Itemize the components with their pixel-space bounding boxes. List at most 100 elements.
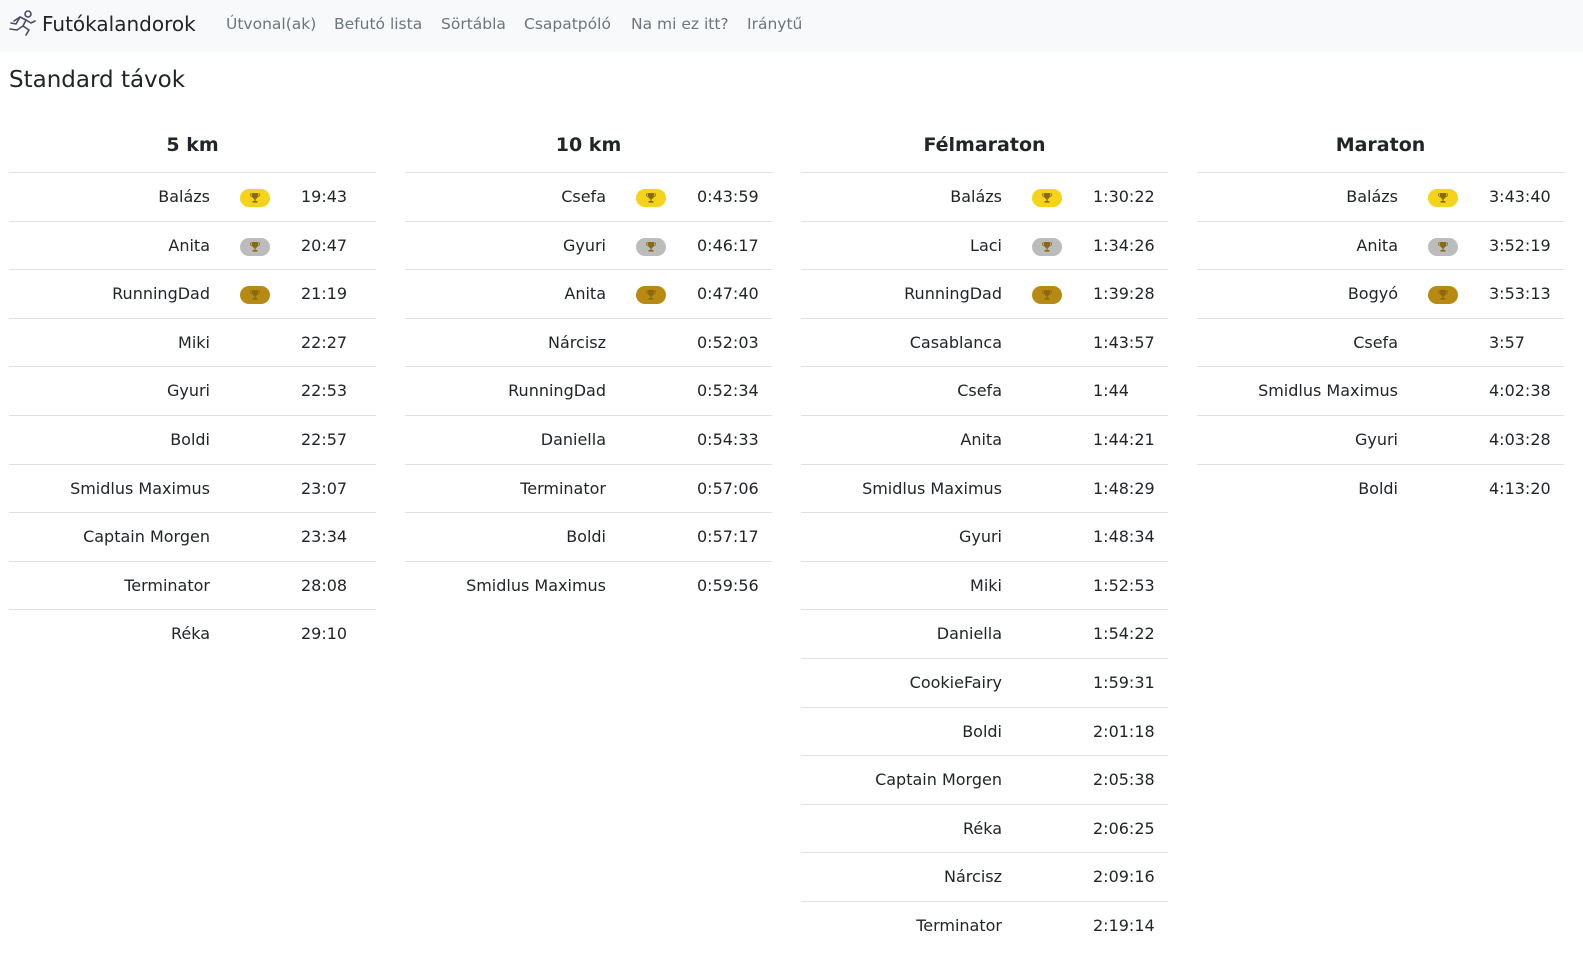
bronze-trophy-icon: [1032, 286, 1062, 305]
result-row: Captain Morgen 23:34: [9, 513, 376, 562]
runner-name: Terminator: [124, 575, 210, 595]
finish-time: 1:44: [1093, 381, 1129, 401]
nav-link-finishers[interactable]: Befutó lista: [334, 14, 422, 34]
finish-time: 1:39:28: [1093, 284, 1155, 304]
finish-time: 0:57:06: [697, 478, 759, 498]
runner-name: Balázs: [158, 187, 210, 206]
runner-name: Gyuri: [562, 235, 606, 255]
finish-time: 2:05:38: [1093, 770, 1155, 790]
result-row: Bogyó 3:53:13: [1197, 270, 1564, 319]
runner-name: Gyuri: [166, 381, 210, 401]
silver-trophy-icon: [240, 237, 270, 256]
finish-time: 0:52:03: [697, 332, 759, 352]
runner-name: Gyuri: [1354, 429, 1398, 449]
result-row: Boldi 4:13:20: [1197, 465, 1564, 514]
runner-name: RunningDad: [112, 284, 210, 304]
finish-time: 1:52:53: [1093, 575, 1155, 595]
result-row: Boldi 22:57: [9, 416, 376, 465]
runner-name: Anita: [168, 235, 210, 255]
finish-time: 3:52:19: [1489, 235, 1551, 255]
result-row: Balázs 1:30:22: [801, 173, 1168, 222]
finish-time: 1:48:34: [1093, 527, 1155, 547]
finish-time: 0:52:34: [697, 381, 759, 401]
runner-name: Gyuri: [958, 527, 1002, 547]
silver-trophy-icon: [1428, 237, 1458, 256]
result-row: Casablanca 1:43:57: [801, 319, 1168, 368]
runner-name: Csefa: [561, 187, 606, 206]
finish-time: 1:59:31: [1093, 672, 1155, 692]
runner-name: Nárcisz: [548, 332, 606, 352]
runner-name: Boldi: [1358, 478, 1398, 498]
result-row: Laci 1:34:26: [801, 222, 1168, 271]
gold-trophy-icon: [636, 189, 666, 207]
finish-time: 23:07: [301, 478, 348, 498]
result-row: Csefa 0:43:59: [405, 173, 772, 222]
result-row: Balázs 19:43: [9, 173, 376, 222]
nav-link-about[interactable]: Na mi ez itt?: [631, 14, 729, 34]
runner-name: Laci: [970, 235, 1002, 255]
result-row: CookieFairy 1:59:31: [801, 659, 1168, 708]
distance-title: Maraton: [1197, 126, 1564, 173]
finish-time: 1:34:26: [1093, 235, 1155, 255]
result-row: Réka 2:06:25: [801, 805, 1168, 854]
finish-time: 2:09:16: [1093, 867, 1155, 887]
runner-name: Terminator: [520, 478, 606, 498]
result-row: Smidlus Maximus 4:02:38: [1197, 367, 1564, 416]
runner-name: Daniella: [540, 429, 606, 449]
runner-name: Balázs: [1346, 187, 1398, 206]
nav-link-team-shirt[interactable]: Csapatpóló: [524, 14, 611, 34]
runner-name: Casablanca: [909, 332, 1002, 352]
runner-name: Smidlus Maximus: [70, 478, 210, 498]
runner-name: Terminator: [916, 915, 1002, 935]
runner-name: CookieFairy: [909, 672, 1002, 692]
finish-time: 28:08: [301, 575, 348, 595]
result-row: Nárcisz 0:52:03: [405, 319, 772, 368]
brand-name: Futókalandorok: [42, 12, 196, 36]
nav-link-beer-table[interactable]: Sörtábla: [441, 14, 506, 34]
navbar: Futókalandorok Útvonal(ak) Befutó lista …: [0, 0, 1583, 52]
result-row: Réka 29:10: [9, 610, 376, 659]
runner-name: Csefa: [1353, 332, 1398, 352]
result-row: Anita 3:52:19: [1197, 222, 1564, 271]
result-row: RunningDad 21:19: [9, 270, 376, 319]
runner-logo-icon: [9, 10, 36, 36]
finish-time: 4:03:28: [1489, 429, 1551, 449]
result-row: RunningDad 0:52:34: [405, 367, 772, 416]
brand-link[interactable]: Futókalandorok: [6, 8, 196, 40]
page-title: Standard távok: [9, 67, 186, 93]
runner-name: Nárcisz: [944, 867, 1002, 887]
runner-name: Daniella: [936, 624, 1002, 644]
distance-table: 5 km Balázs 19:43 Anita 20:47 RunningDad 21:19…: [9, 126, 376, 659]
finish-time: 2:19:14: [1093, 915, 1155, 935]
finish-time: 3:53:13: [1489, 284, 1551, 304]
finish-time: 19:43: [301, 187, 348, 206]
result-row: Daniella 1:54:22: [801, 610, 1168, 659]
finish-time: 2:01:18: [1093, 721, 1155, 741]
distance-title: 10 km: [405, 126, 772, 173]
runner-name: Smidlus Maximus: [466, 575, 606, 595]
runner-name: RunningDad: [508, 381, 606, 401]
distance-title: 5 km: [9, 126, 376, 173]
result-row: Terminator 2:19:14: [801, 902, 1168, 951]
result-row: Smidlus Maximus 0:59:56: [405, 562, 772, 611]
finish-time: 29:10: [301, 624, 348, 644]
finish-time: 22:57: [301, 429, 348, 449]
bronze-trophy-icon: [636, 286, 666, 305]
distance-table: Maraton Balázs 3:43:40 Anita 3:52:19 Bogyó 3:5…: [1197, 126, 1564, 513]
runner-name: Csefa: [957, 381, 1002, 401]
nav-link-routes[interactable]: Útvonal(ak): [226, 14, 316, 34]
distance-title: Félmaraton: [801, 126, 1168, 173]
runner-name: Balázs: [950, 187, 1002, 206]
distance-table: Félmaraton Balázs 1:30:22 Laci 1:34:26 Runnin…: [801, 126, 1168, 951]
result-row: Terminator 0:57:06: [405, 465, 772, 514]
result-row: Csefa 3:57: [1197, 319, 1564, 368]
result-row: Captain Morgen 2:05:38: [801, 756, 1168, 805]
result-row: Daniella 0:54:33: [405, 416, 772, 465]
result-row: Balázs 3:43:40: [1197, 173, 1564, 222]
runner-name: Miki: [178, 332, 210, 352]
nav-link-compass[interactable]: Iránytű: [747, 14, 802, 34]
result-row: Smidlus Maximus 1:48:29: [801, 465, 1168, 514]
result-row: Boldi 2:01:18: [801, 708, 1168, 757]
result-row: Csefa 1:44: [801, 367, 1168, 416]
finish-time: 0:43:59: [697, 187, 759, 206]
